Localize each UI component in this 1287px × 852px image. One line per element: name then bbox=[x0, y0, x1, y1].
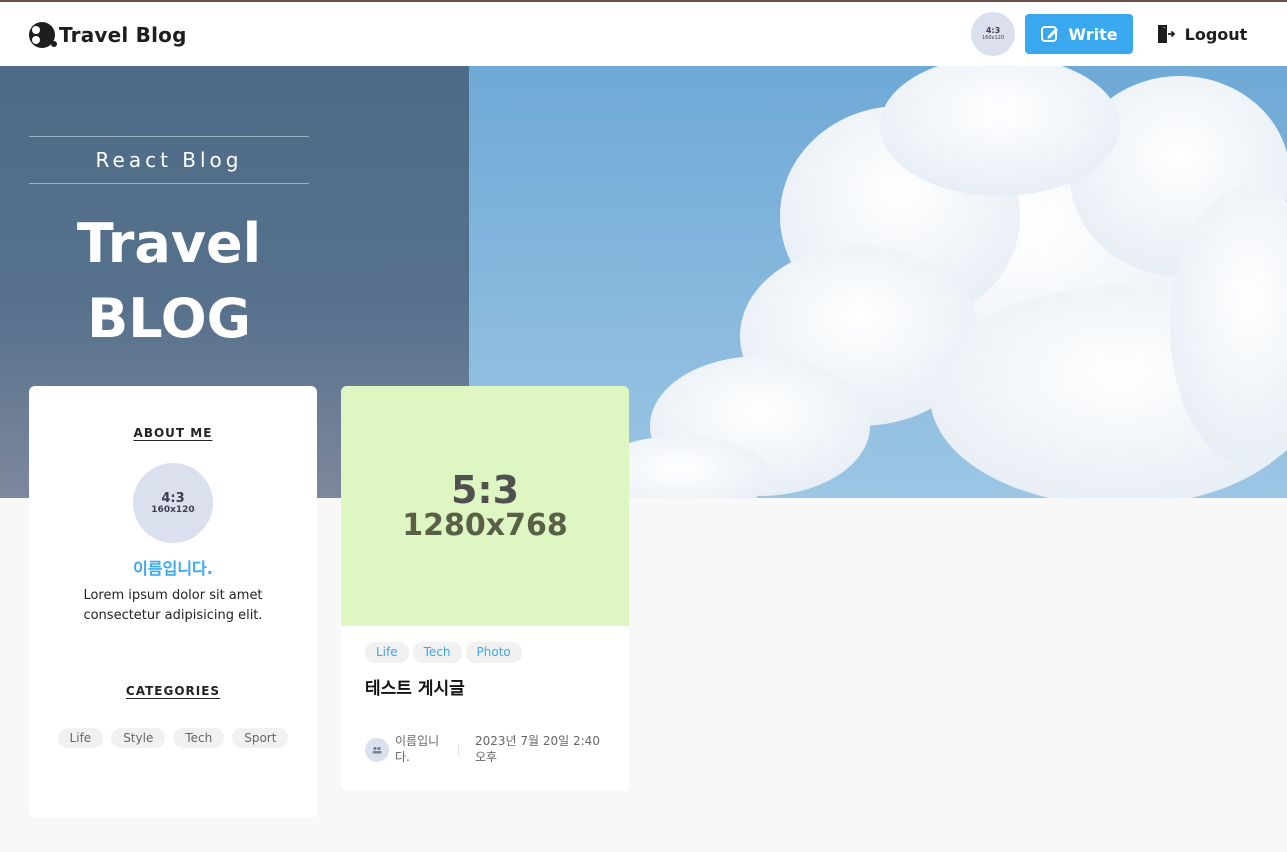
site-header: Travel Blog 4:3 160x120 Write Logout bbox=[0, 2, 1287, 66]
author-avatar bbox=[365, 738, 389, 762]
post-tag[interactable]: Photo bbox=[465, 642, 522, 663]
write-button[interactable]: Write bbox=[1025, 14, 1133, 54]
post-card[interactable]: 5:3 1280x768 Life Tech Photo 테스트 게시글 이름입… bbox=[341, 386, 629, 791]
edit-icon bbox=[1041, 26, 1059, 42]
category-chip-life[interactable]: Life bbox=[57, 728, 104, 748]
profile-avatar: 4:3 160x120 bbox=[133, 463, 213, 543]
about-card: ABOUT ME 4:3 160x120 이름입니다. Lorem ipsum … bbox=[29, 386, 317, 818]
category-chip-tech[interactable]: Tech bbox=[173, 728, 225, 748]
hero-title-line2: BLOG bbox=[87, 287, 251, 350]
logout-label: Logout bbox=[1184, 24, 1248, 44]
post-tag[interactable]: Tech bbox=[412, 642, 462, 663]
logo-text: Travel Blog bbox=[59, 23, 187, 47]
user-avatar[interactable]: 4:3 160x120 bbox=[971, 12, 1015, 56]
meta-divider bbox=[458, 745, 459, 755]
logout-button[interactable]: Logout bbox=[1152, 14, 1252, 54]
about-heading: ABOUT ME bbox=[133, 426, 213, 440]
category-chip-sport[interactable]: Sport bbox=[232, 728, 289, 748]
post-thumbnail[interactable]: 5:3 1280x768 bbox=[341, 386, 629, 626]
post-meta: 이름입니다. 2023년 7월 20일 2:40 오후 bbox=[365, 733, 605, 767]
category-list: Life Style Tech Sport bbox=[29, 728, 317, 748]
hero-subtitle: React Blog bbox=[29, 136, 309, 184]
logo-icon bbox=[29, 22, 57, 48]
post-tag[interactable]: Life bbox=[365, 642, 409, 663]
profile-description: Lorem ipsum dolor sit amet consectetur a… bbox=[83, 588, 263, 623]
hero-title-line1: Travel bbox=[76, 212, 262, 275]
post-author: 이름입니다. bbox=[395, 734, 440, 764]
person-icon bbox=[372, 746, 382, 754]
hero-title: Travel BLOG bbox=[29, 206, 309, 356]
site-logo[interactable]: Travel Blog bbox=[28, 21, 187, 49]
logout-icon bbox=[1157, 25, 1175, 43]
post-date: 2023년 7월 20일 2:40 오후 bbox=[475, 734, 600, 764]
write-label: Write bbox=[1068, 24, 1118, 44]
post-tags: Life Tech Photo bbox=[365, 642, 522, 663]
post-title[interactable]: 테스트 게시글 bbox=[365, 674, 465, 699]
category-chip-style[interactable]: Style bbox=[111, 728, 166, 748]
categories-heading: CATEGORIES bbox=[125, 684, 221, 698]
profile-name: 이름입니다. bbox=[133, 559, 213, 578]
